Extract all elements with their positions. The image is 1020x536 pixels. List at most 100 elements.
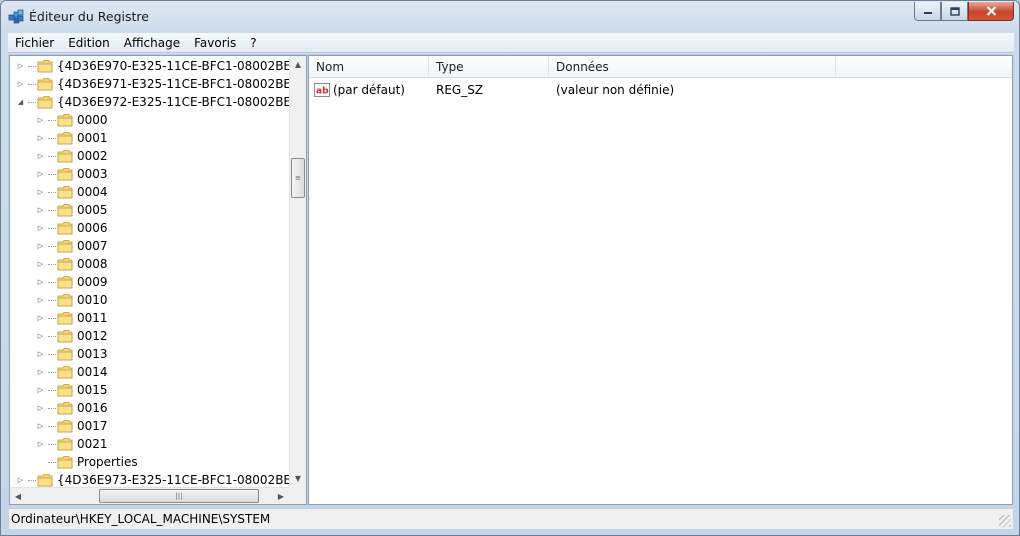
list-header: Nom Type Données bbox=[309, 56, 1012, 78]
tree-connector bbox=[48, 371, 56, 373]
expand-arrow-icon[interactable]: ▷ bbox=[36, 152, 45, 161]
expand-arrow-icon[interactable]: ▷ bbox=[36, 134, 45, 143]
column-header-type[interactable]: Type bbox=[429, 56, 549, 78]
tree-item[interactable]: ▷ 0003 bbox=[36, 165, 108, 183]
expand-arrow-icon[interactable]: ▷ bbox=[36, 386, 45, 395]
tree-vertical-scroll-thumb[interactable]: ≡ bbox=[291, 158, 305, 198]
tree-item[interactable]: ▷ 0013 bbox=[36, 345, 108, 363]
expand-arrow-icon[interactable]: ▷ bbox=[36, 422, 45, 431]
tree-item[interactable]: ▷ 0021 bbox=[36, 435, 108, 453]
folder-icon bbox=[37, 77, 53, 91]
tree-item[interactable]: ▷ 0011 bbox=[36, 309, 108, 327]
expand-arrow-icon[interactable]: ▷ bbox=[36, 170, 45, 179]
expand-arrow-icon[interactable]: ▷ bbox=[16, 476, 25, 485]
registry-tree-pane[interactable]: ▷{4D36E970-E325-11CE-BFC1-08002BE10318}▷… bbox=[9, 55, 307, 505]
expand-arrow-icon[interactable]: ▷ bbox=[36, 224, 45, 233]
tree-item[interactable]: ◢ {4D36E972-E325-11CE-BFC1-08002BE10318} bbox=[16, 93, 289, 111]
tree-item[interactable]: ▷ 0014 bbox=[36, 363, 108, 381]
folder-icon bbox=[57, 113, 73, 127]
folder-icon bbox=[57, 167, 73, 181]
caption-buttons bbox=[914, 2, 1014, 21]
expand-arrow-icon[interactable]: ▷ bbox=[36, 368, 45, 377]
status-bar: Ordinateur\HKEY_LOCAL_MACHINE\SYSTEM bbox=[8, 508, 1014, 530]
expand-arrow-icon[interactable]: ▷ bbox=[16, 80, 25, 89]
tree-item[interactable]: ▷ 0002 bbox=[36, 147, 108, 165]
tree-horizontal-scroll-thumb[interactable]: ||| bbox=[99, 489, 259, 503]
window-title: Éditeur du Registre bbox=[29, 9, 149, 24]
tree-item[interactable]: ▷ 0017 bbox=[36, 417, 108, 435]
tree-connector bbox=[48, 173, 56, 175]
tree-item-label: Properties bbox=[77, 455, 138, 469]
resize-grip-icon[interactable] bbox=[999, 515, 1011, 527]
tree-vertical-scrollbar[interactable]: ▲ ≡ ▼ bbox=[289, 56, 306, 487]
expand-arrow-icon[interactable]: ▷ bbox=[36, 260, 45, 269]
tree-item[interactable]: ▷ 0005 bbox=[36, 201, 108, 219]
scroll-right-arrow-icon[interactable]: ▶ bbox=[273, 488, 289, 505]
folder-icon bbox=[37, 95, 53, 109]
tree-horizontal-scrollbar[interactable]: ◀ ||| ▶ bbox=[10, 487, 289, 504]
expand-arrow-icon[interactable]: ▷ bbox=[36, 440, 45, 449]
expand-arrow-icon[interactable]: ▷ bbox=[36, 242, 45, 251]
scroll-up-arrow-icon[interactable]: ▲ bbox=[290, 56, 306, 73]
values-list-pane[interactable]: Nom Type Données ab (par défaut) REG_SZ bbox=[308, 55, 1013, 505]
scroll-down-arrow-icon[interactable]: ▼ bbox=[290, 470, 306, 487]
column-header-donnees[interactable]: Données bbox=[549, 56, 836, 78]
menu-help[interactable]: ? bbox=[243, 33, 263, 53]
tree-item-label: 0006 bbox=[77, 221, 108, 235]
tree-item[interactable]: ▷ 0006 bbox=[36, 219, 108, 237]
minimize-button[interactable] bbox=[914, 2, 941, 21]
tree-connector bbox=[48, 461, 56, 463]
tree-item[interactable]: ▷ 0004 bbox=[36, 183, 108, 201]
tree-item-label: 0013 bbox=[77, 347, 108, 361]
scroll-left-arrow-icon[interactable]: ◀ bbox=[10, 488, 26, 505]
expand-arrow-icon[interactable]: ▷ bbox=[36, 206, 45, 215]
tree-item[interactable]: ▷ {4D36E971-E325-11CE-BFC1-08002BE10318} bbox=[16, 75, 289, 93]
tree-item[interactable]: ▷ 0007 bbox=[36, 237, 108, 255]
expand-arrow-icon[interactable]: ▷ bbox=[36, 350, 45, 359]
svg-text:ab: ab bbox=[316, 87, 329, 97]
registry-tree: ▷{4D36E970-E325-11CE-BFC1-08002BE10318}▷… bbox=[10, 56, 289, 487]
tree-item[interactable]: ▷ 0009 bbox=[36, 273, 108, 291]
tree-item[interactable]: ▷ 0000 bbox=[36, 111, 108, 129]
expand-arrow-icon[interactable]: ▷ bbox=[36, 278, 45, 287]
collapse-arrow-icon[interactable]: ◢ bbox=[16, 98, 25, 107]
menu-affichage[interactable]: Affichage bbox=[117, 33, 187, 53]
tree-connector bbox=[28, 83, 36, 85]
tree-connector bbox=[48, 353, 56, 355]
cell-type: REG_SZ bbox=[429, 83, 549, 97]
tree-item[interactable]: ▷ 0016 bbox=[36, 399, 108, 417]
menu-fichier[interactable]: Fichier bbox=[8, 33, 61, 53]
folder-icon bbox=[57, 239, 73, 253]
menu-favoris[interactable]: Favoris bbox=[187, 33, 243, 53]
column-header-filler bbox=[836, 56, 1012, 78]
tree-item[interactable]: ▷ 0015 bbox=[36, 381, 108, 399]
tree-item-label: 0017 bbox=[77, 419, 108, 433]
tree-item[interactable]: ▷ 0010 bbox=[36, 291, 108, 309]
expand-arrow-icon[interactable]: ▷ bbox=[36, 188, 45, 197]
tree-item[interactable]: ▷ 0001 bbox=[36, 129, 108, 147]
tree-item-label: 0010 bbox=[77, 293, 108, 307]
list-row[interactable]: ab (par défaut) REG_SZ (valeur non défin… bbox=[309, 80, 1012, 100]
cell-name: ab (par défaut) bbox=[309, 83, 429, 97]
tree-item[interactable]: ▷ 0012 bbox=[36, 327, 108, 345]
tree-item[interactable]: ▷ {4D36E970-E325-11CE-BFC1-08002BE10318} bbox=[16, 57, 289, 75]
folder-icon bbox=[57, 329, 73, 343]
expand-arrow-icon[interactable]: ▷ bbox=[36, 116, 45, 125]
menu-edition[interactable]: Edition bbox=[61, 33, 117, 53]
expand-arrow-icon[interactable]: ▷ bbox=[16, 62, 25, 71]
tree-item-label: {4D36E973-E325-11CE-BFC1-08002BE10318} bbox=[57, 473, 289, 487]
expand-arrow-icon[interactable]: ▷ bbox=[36, 296, 45, 305]
expand-arrow-icon[interactable]: ▷ bbox=[36, 314, 45, 323]
expand-arrow-icon[interactable]: ▷ bbox=[36, 332, 45, 341]
close-button[interactable] bbox=[968, 2, 1014, 21]
scroll-corner bbox=[289, 487, 306, 504]
tree-item[interactable]: ▷ 0008 bbox=[36, 255, 108, 273]
expand-arrow-icon[interactable]: ▷ bbox=[36, 404, 45, 413]
tree-connector bbox=[48, 425, 56, 427]
tree-item-label: 0021 bbox=[77, 437, 108, 451]
title-bar[interactable]: Éditeur du Registre bbox=[1, 1, 1019, 33]
maximize-button[interactable] bbox=[941, 2, 968, 21]
column-header-nom[interactable]: Nom bbox=[309, 56, 429, 78]
tree-item[interactable]: ▷ {4D36E973-E325-11CE-BFC1-08002BE10318} bbox=[16, 471, 289, 487]
tree-item[interactable]: Properties bbox=[36, 453, 138, 471]
